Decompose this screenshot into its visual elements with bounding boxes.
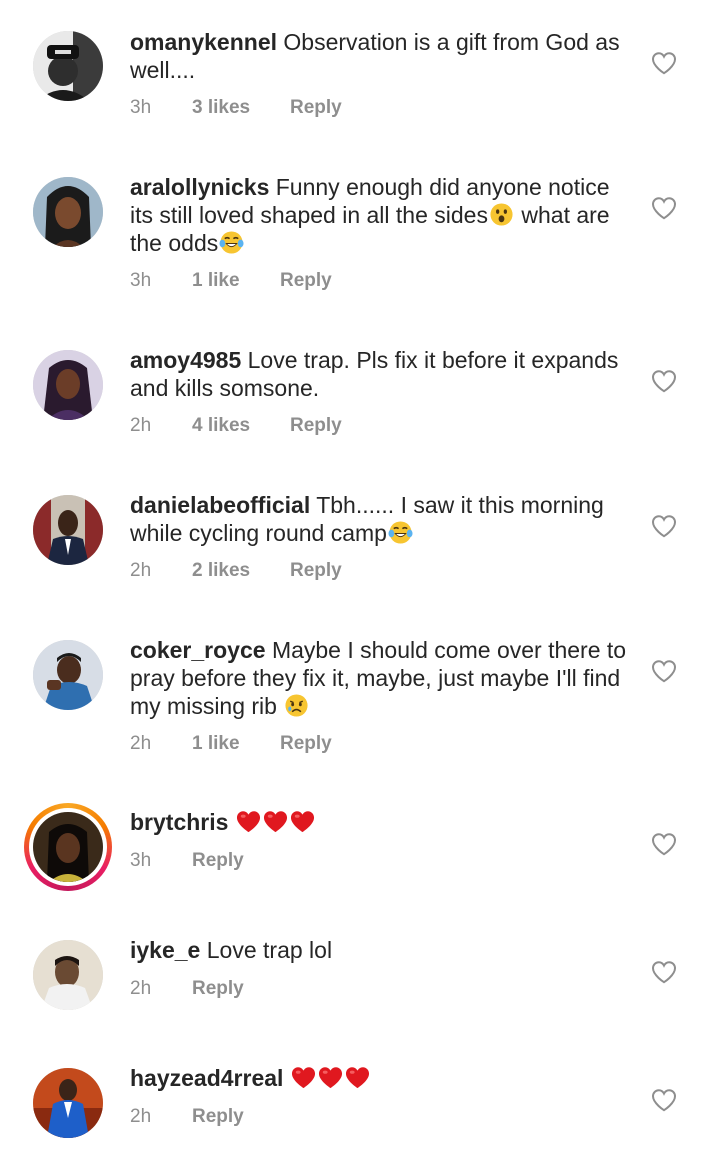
comment-meta: 2h 4 likes Reply xyxy=(130,415,342,437)
comment-username[interactable]: danielabeofficial xyxy=(130,492,310,518)
avatar xyxy=(29,808,107,886)
user-photo-icon xyxy=(33,177,103,247)
like-button[interactable] xyxy=(651,196,677,220)
avatar-story-ring[interactable] xyxy=(24,803,112,891)
reply-button[interactable]: Reply xyxy=(290,560,342,582)
comment-likes[interactable]: 1 like xyxy=(192,270,280,292)
red-heart-icon xyxy=(290,809,315,834)
comment-time: 3h xyxy=(130,270,152,291)
heart-outline-icon xyxy=(651,1088,677,1112)
like-button[interactable] xyxy=(651,1088,677,1112)
comment-body: omanykennel Observation is a gift from G… xyxy=(130,28,630,84)
tears-of-joy-icon xyxy=(388,520,413,545)
tears-of-joy-icon xyxy=(219,230,244,255)
user-photo-icon xyxy=(33,31,103,101)
comment-likes[interactable]: 1 like xyxy=(192,733,280,755)
comment-body: iyke_e Love trap lol xyxy=(130,936,630,964)
avatar[interactable] xyxy=(33,640,103,710)
avatar[interactable] xyxy=(33,177,103,247)
comment-username[interactable]: iyke_e xyxy=(130,937,200,963)
red-heart-icon xyxy=(318,1065,343,1090)
avatar[interactable] xyxy=(33,495,103,565)
comment-meta: 2h Reply xyxy=(130,1106,244,1128)
avatar[interactable] xyxy=(33,1068,103,1138)
comment-meta: 3h 3 likes Reply xyxy=(130,97,342,119)
heart-outline-icon xyxy=(651,514,677,538)
user-photo-icon xyxy=(33,1068,103,1138)
comment-body: amoy4985 Love trap. Pls fix it before it… xyxy=(130,346,630,402)
comment-body: hayzead4rreal xyxy=(130,1064,630,1092)
comment-meta: 3h Reply xyxy=(130,850,244,872)
comment-meta: 2h 1 like Reply xyxy=(130,733,332,755)
reply-button[interactable]: Reply xyxy=(290,415,342,437)
heart-outline-icon xyxy=(651,51,677,75)
like-button[interactable] xyxy=(651,51,677,75)
reply-button[interactable]: Reply xyxy=(290,97,342,119)
red-heart-icon xyxy=(236,809,261,834)
comment-username[interactable]: hayzead4rreal xyxy=(130,1065,283,1091)
astonished-face-icon xyxy=(489,202,514,227)
comment-username[interactable]: aralollynicks xyxy=(130,174,269,200)
user-photo-icon xyxy=(33,350,103,420)
comment-text: Love trap lol xyxy=(206,937,333,963)
user-photo-icon xyxy=(33,940,103,1010)
like-button[interactable] xyxy=(651,832,677,856)
comment-body: aralollynicks Funny enough did anyone no… xyxy=(130,173,630,257)
avatar[interactable] xyxy=(33,31,103,101)
user-photo-icon xyxy=(33,495,103,565)
sad-face-icon xyxy=(284,693,309,718)
comment-time: 3h xyxy=(130,850,152,871)
avatar[interactable] xyxy=(33,350,103,420)
comment-time: 2h xyxy=(130,978,152,999)
comment-time: 2h xyxy=(130,560,152,581)
comment-time: 2h xyxy=(130,415,152,436)
red-heart-icon xyxy=(345,1065,370,1090)
comment-meta: 2h 2 likes Reply xyxy=(130,560,342,582)
comment-username[interactable]: coker_royce xyxy=(130,637,266,663)
comment-time: 2h xyxy=(130,733,152,754)
comment-body: coker_royce Maybe I should come over the… xyxy=(130,636,630,720)
heart-outline-icon xyxy=(651,960,677,984)
comment-likes[interactable]: 4 likes xyxy=(192,415,290,437)
comment-username[interactable]: amoy4985 xyxy=(130,347,241,373)
comment-meta: 3h 1 like Reply xyxy=(130,270,332,292)
comment-time: 3h xyxy=(130,97,152,118)
comment-likes[interactable]: 3 likes xyxy=(192,97,290,119)
reply-button[interactable]: Reply xyxy=(280,270,332,292)
like-button[interactable] xyxy=(651,369,677,393)
avatar[interactable] xyxy=(33,940,103,1010)
like-button[interactable] xyxy=(651,514,677,538)
like-button[interactable] xyxy=(651,659,677,683)
reply-button[interactable]: Reply xyxy=(192,1106,244,1128)
comment-body: brytchris xyxy=(130,808,630,836)
comment-meta: 2h Reply xyxy=(130,978,244,1000)
red-heart-icon xyxy=(291,1065,316,1090)
comment-likes[interactable]: 2 likes xyxy=(192,560,290,582)
heart-outline-icon xyxy=(651,832,677,856)
comment-body: danielabeofficial Tbh...... I saw it thi… xyxy=(130,491,630,547)
heart-outline-icon xyxy=(651,369,677,393)
like-button[interactable] xyxy=(651,960,677,984)
comment-time: 2h xyxy=(130,1106,152,1127)
red-heart-icon xyxy=(263,809,288,834)
heart-outline-icon xyxy=(651,659,677,683)
comment-username[interactable]: brytchris xyxy=(130,809,228,835)
user-photo-icon xyxy=(33,640,103,710)
reply-button[interactable]: Reply xyxy=(192,978,244,1000)
comment-username[interactable]: omanykennel xyxy=(130,29,277,55)
heart-outline-icon xyxy=(651,196,677,220)
user-photo-icon xyxy=(33,812,103,882)
reply-button[interactable]: Reply xyxy=(192,850,244,872)
reply-button[interactable]: Reply xyxy=(280,733,332,755)
